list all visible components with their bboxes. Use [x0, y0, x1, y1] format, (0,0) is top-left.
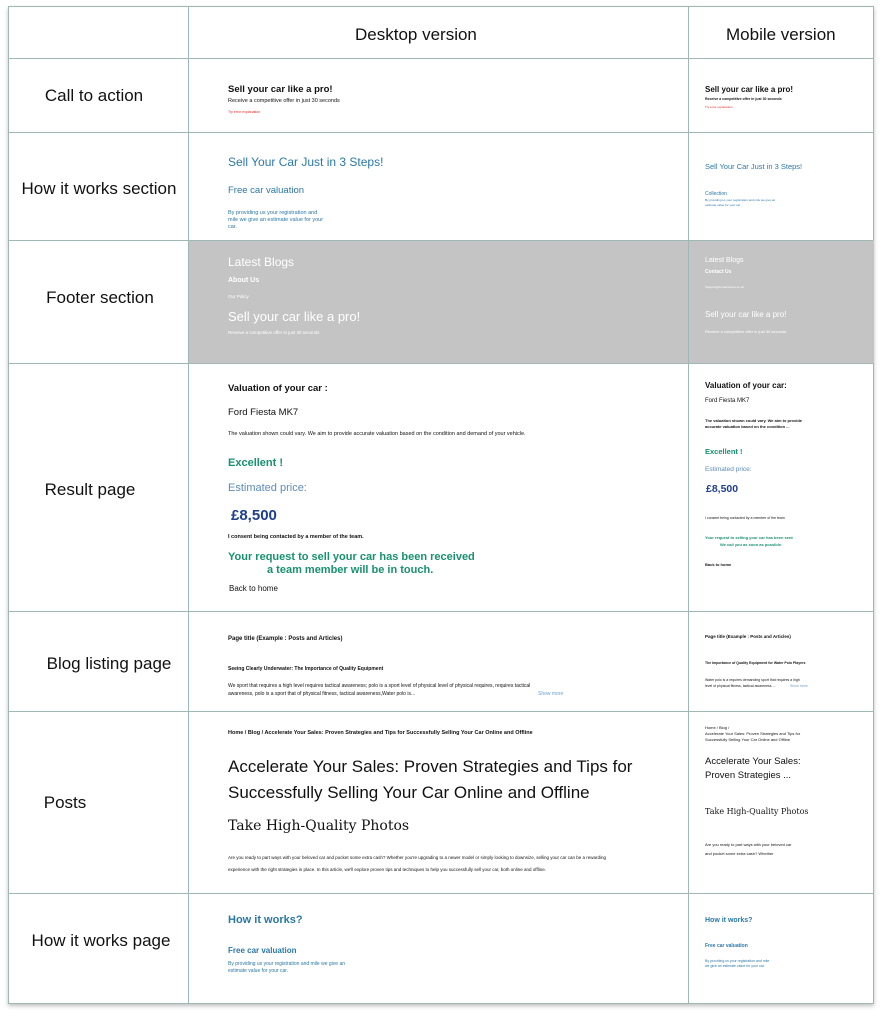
footer-desktop-policy-link[interactable]: Our Policy — [228, 294, 249, 299]
posts-desktop-title-1: Accelerate Your Sales: Proven Strategies… — [228, 757, 633, 776]
how-section-mobile-step-title: Collection — [705, 191, 727, 197]
row-divider-cta — [9, 132, 873, 133]
footer-desktop-title: Sell your car like a pro! — [228, 309, 361, 324]
row-label-posts: Posts — [43, 793, 87, 812]
result-mobile-received-1: Your request to selling your car has bee… — [705, 535, 793, 540]
result-mobile-estimate-label: Estimated price: — [705, 466, 752, 473]
result-desktop-consent[interactable]: I consent being contacted by a member of… — [228, 534, 364, 540]
row-divider-how — [9, 240, 873, 241]
result-desktop-received-1: Your request to sell your car has been r… — [228, 551, 475, 563]
how-section-desktop-step-text-1: By providing us your registration and — [228, 210, 318, 216]
posts-desktop-breadcrumb[interactable]: Home / Blog / Accelerate Your Sales: Pro… — [228, 730, 533, 736]
row-divider-blog — [9, 711, 873, 712]
footer-mobile-email[interactable]: Support@domainname.co.uk — [705, 285, 744, 289]
footer-mobile-subtitle: Receive a competitive offer in just 30 s… — [705, 329, 787, 334]
posts-mobile-body-2: and pocket some extra cash? Whether — [705, 851, 774, 856]
footer-mobile-blogs-link[interactable]: Latest Blogs — [705, 257, 744, 264]
blog-mobile-post-title[interactable]: The Importance of Quality Equipment for … — [705, 661, 805, 665]
comparison-table: Desktop version Mobile version Call to a… — [8, 6, 874, 1004]
how-page-mobile-title: How it works? — [705, 917, 753, 924]
footer-desktop-about-link[interactable]: About Us — [228, 277, 259, 284]
cta-mobile-title: Sell your car like a pro! — [705, 85, 794, 94]
how-page-desktop-step-text-2: estimate value for your car. — [228, 968, 289, 974]
blog-desktop-excerpt-1: We sport that requires a high level requ… — [228, 683, 531, 689]
posts-desktop-title-2: Successfully Selling Your Car Online and… — [228, 783, 590, 802]
how-section-desktop-step-text-2: mile we give an estimate value for your — [228, 217, 324, 223]
column-divider-2 — [688, 7, 689, 1003]
row-divider-posts — [9, 893, 873, 894]
column-divider-1 — [188, 7, 189, 1003]
row-divider-result — [9, 611, 873, 612]
cta-desktop-subtitle: Receive a competitive offer in just 30 s… — [228, 98, 340, 104]
result-mobile-consent[interactable]: I consent being contacted by a member of… — [705, 516, 785, 520]
posts-mobile-subtitle: Take High-Quality Photos — [705, 807, 809, 816]
how-section-desktop-step-title: Free car valuation — [228, 185, 305, 196]
result-desktop-rating: Excellent ! — [228, 457, 284, 469]
posts-desktop-body-2: experience with the right strategies in … — [228, 867, 546, 872]
cta-mobile-error: Try error explanation — [705, 105, 733, 109]
blog-desktop-show-more[interactable]: Show more — [538, 691, 563, 697]
how-page-mobile-step-title: Free car valuation — [705, 943, 748, 949]
blog-desktop-post-title[interactable]: Seeing Clearly Underwater: The Importanc… — [228, 666, 383, 672]
result-mobile-model: Ford Fiesta MK7 — [705, 398, 750, 404]
posts-mobile-body-1: Are you ready to part ways with your bel… — [705, 842, 792, 847]
result-mobile-disclaimer-1: The valuation shown could vary. We aim t… — [705, 418, 802, 423]
how-section-mobile-title: Sell Your Car Just in 3 Steps! — [705, 162, 803, 171]
result-mobile-price: £8,500 — [706, 483, 739, 495]
cta-desktop-title: Sell your car like a pro! — [228, 84, 333, 95]
footer-mobile-title: Sell your car like a pro! — [705, 310, 787, 319]
blog-mobile-show-more[interactable]: Show more — [790, 684, 808, 688]
result-mobile-disclaimer-2: accurate valuation based on the conditio… — [705, 424, 790, 429]
footer-mobile-contact-link[interactable]: Contact Us — [705, 269, 731, 275]
posts-mobile-title-2: Proven Strategies ... — [705, 770, 792, 781]
result-desktop-price: £8,500 — [231, 507, 277, 524]
row-label-cta: Call to action — [44, 86, 144, 105]
blog-mobile-page-title: Page title (Example : Posts and Articles… — [705, 634, 791, 639]
row-label-how-page: How it works page — [31, 931, 171, 950]
cta-desktop-error: Try error explanation — [228, 110, 261, 114]
result-desktop-estimate-label: Estimated price: — [228, 482, 307, 494]
how-page-desktop-step-title: Free car valuation — [228, 946, 297, 955]
posts-mobile-title-1: Accelerate Your Sales: — [705, 756, 801, 767]
header-mobile: Mobile version — [726, 25, 836, 44]
row-divider-header — [9, 58, 873, 59]
how-section-mobile-step-text-1: By providing us your registration and mi… — [705, 198, 776, 202]
result-desktop-heading: Valuation of your car : — [228, 383, 328, 394]
result-mobile-back-link[interactable]: Back to home — [705, 562, 731, 567]
row-label-result: Result page — [44, 480, 136, 499]
blog-desktop-excerpt-2: awareness, polo is a sport that of physi… — [228, 691, 416, 697]
how-page-desktop-title: How it works? — [228, 914, 303, 926]
blog-mobile-excerpt-2: level of physical fitness, tactical awar… — [705, 684, 776, 688]
result-desktop-model: Ford Fiesta MK7 — [228, 407, 299, 418]
row-label-how-section: How it works section — [21, 179, 177, 198]
result-mobile-received-2: We call you as soon as possible. — [720, 542, 783, 547]
how-section-mobile-step-text-2: estimate value for your car — [705, 203, 741, 207]
result-mobile-heading: Valuation of your car: — [705, 381, 787, 390]
result-mobile-rating: Excellent ! — [705, 447, 743, 456]
posts-mobile-breadcrumb-3[interactable]: Successfully Selling Your Car Online and… — [705, 737, 790, 742]
footer-desktop-subtitle: Receive a competitive offer in just 30 s… — [228, 330, 320, 335]
result-desktop-received-2: a team member will be in touch. — [267, 564, 434, 576]
result-desktop-disclaimer: The valuation shown could vary. We aim t… — [228, 431, 526, 437]
posts-desktop-body-1: Are you ready to part ways with your bel… — [228, 855, 607, 860]
footer-desktop-blogs-link[interactable]: Latest Blogs — [228, 255, 294, 269]
how-page-mobile-step-text-1: By providing us your registration and mi… — [705, 959, 770, 963]
posts-mobile-breadcrumb-1[interactable]: Home / Blog / — [705, 725, 729, 730]
how-section-desktop-step-text-3: car. — [228, 224, 237, 230]
posts-mobile-breadcrumb-2[interactable]: Accelerate Your Sales: Proven Strategies… — [705, 731, 800, 736]
blog-desktop-page-title: Page title (Example : Posts and Articles… — [228, 636, 343, 642]
row-divider-footer — [9, 363, 873, 364]
posts-desktop-subtitle: Take High-Quality Photos — [228, 818, 410, 834]
how-page-desktop-step-text-1: By providing us your registration and mi… — [228, 961, 346, 967]
result-desktop-back-link[interactable]: Back to home — [229, 584, 278, 593]
how-page-mobile-step-text-2: we give an estimate value for your car. — [705, 964, 765, 968]
row-label-footer: Footer section — [46, 288, 154, 307]
row-label-blog-listing: Blog listing page — [46, 654, 172, 673]
how-section-desktop-title: Sell Your Car Just in 3 Steps! — [228, 155, 384, 169]
cta-mobile-subtitle: Receive a competitive offer in just 30 s… — [705, 97, 782, 101]
blog-mobile-excerpt-1: Water polo is a requires demanding sport… — [705, 678, 800, 682]
header-desktop: Desktop version — [355, 25, 477, 44]
